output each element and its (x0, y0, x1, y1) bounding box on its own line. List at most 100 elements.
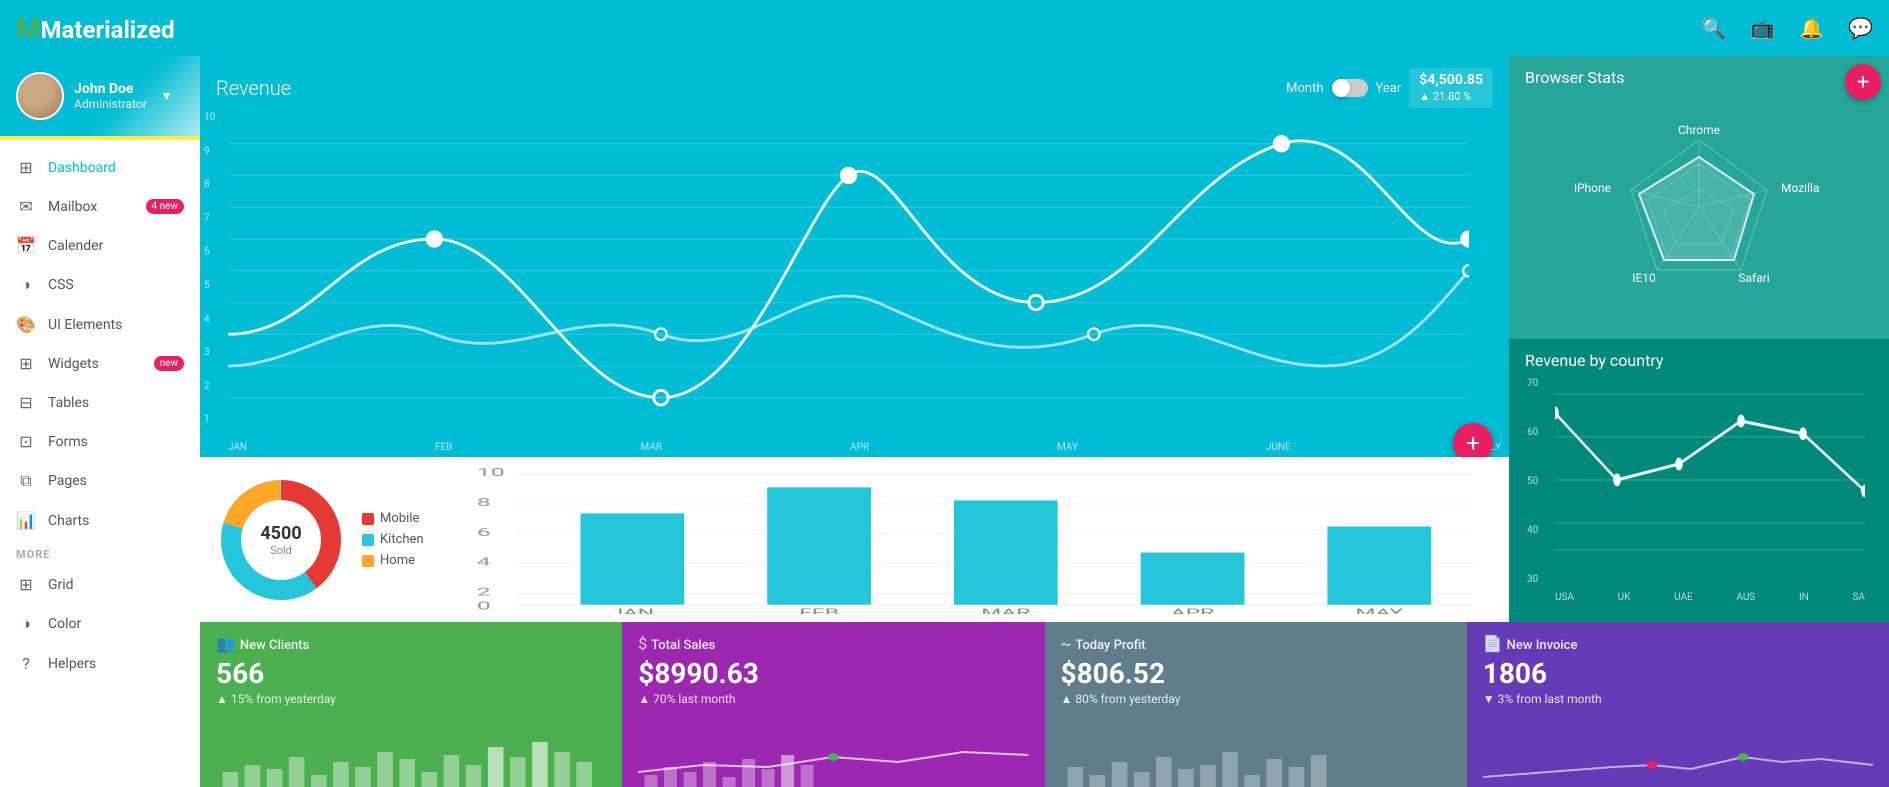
sales-icon: $ Total Sales (638, 634, 1028, 653)
toggle-year-label: Year (1376, 81, 1402, 96)
svg-text:APR: APR (1170, 607, 1213, 614)
stat-card-new-invoice: 📄 New Invoice 1806 ▼ 3% from last month (1467, 622, 1889, 787)
sidebar-item-tables[interactable]: ⊟ Tables (0, 383, 200, 422)
profit-icon: ~ Today Profit (1061, 634, 1451, 653)
sidebar-profile: John Doe Administrator ▼ (0, 56, 200, 136)
radar-chart-svg: Chrome Mozilla Safari IE10 iPhone (1549, 112, 1849, 302)
widgets-icon: ⊞ (16, 354, 36, 373)
grid-icon: ⊞ (16, 575, 36, 594)
y-axis: 1 2 3 4 5 6 7 8 9 10 (204, 108, 215, 429)
main-layout: John Doe Administrator ▼ ⊞ Dashboard ✉ M… (0, 56, 1889, 787)
svg-text:JAN: JAN (610, 607, 653, 614)
invoice-icon: 📄 New Invoice (1483, 634, 1873, 653)
profile-name: John Doe (74, 81, 147, 97)
sidebar-item-mailbox[interactable]: ✉ Mailbox 4 new (0, 187, 200, 226)
table-icon: ⊟ (16, 393, 36, 412)
bar-chart: 10 8 6 4 2 0 (456, 465, 1493, 614)
sidebar-item-label: Dashboard (48, 160, 116, 176)
donut-chart: 4500 Sold (216, 475, 346, 605)
svg-text:10: 10 (476, 466, 504, 479)
widgets-badge: new (154, 356, 184, 371)
stat-card-total-sales: $ Total Sales $8990.63 ▲ 70% last month (622, 622, 1044, 787)
legend-item-mobile: Mobile (362, 511, 424, 526)
sidebar-item-forms[interactable]: ⊡ Forms (0, 422, 200, 461)
sidebar-item-label: Forms (48, 434, 88, 450)
today-profit-value: $806.52 (1061, 657, 1451, 690)
bar-jan (580, 513, 684, 604)
content-row1: Revenue Month Year $4,500.85 ▲ 21.80 % (200, 56, 1889, 622)
x-axis: JAN FEB MAR APR MAY JUNE JULY (228, 442, 1501, 453)
revenue-section: Revenue Month Year $4,500.85 ▲ 21.80 % (200, 56, 1509, 622)
total-sales-mini-chart (638, 737, 1028, 787)
sidebar: John Doe Administrator ▼ ⊞ Dashboard ✉ M… (0, 56, 200, 787)
total-sales-change: ▲ 70% last month (638, 692, 1028, 706)
revenue-controls: Month Year $4,500.85 ▲ 21.80 % (1286, 68, 1493, 108)
more-section-label: MORE (0, 540, 200, 565)
browser-stats-card: Browser Stats + (1509, 56, 1889, 339)
sidebar-item-label: CSS (48, 277, 74, 293)
revenue-card: Revenue Month Year $4,500.85 ▲ 21.80 % (200, 56, 1509, 457)
logo-m: M (16, 12, 41, 45)
topnav-icons: 🔍 📺 🔔 💬 (1701, 16, 1873, 40)
bar-mar (954, 500, 1058, 604)
country-y-axis: 30 40 50 60 70 (1527, 378, 1538, 585)
charts-icon: 📊 (16, 511, 36, 530)
new-invoice-value: 1806 (1483, 657, 1873, 690)
palette-icon: 🎨 (16, 315, 36, 334)
bottom-charts-row: 4500 Sold Mobile Kitchen (200, 457, 1509, 622)
svg-text:Chrome: Chrome (1678, 123, 1720, 137)
sidebar-item-calender[interactable]: 📅 Calender (0, 226, 200, 265)
search-icon[interactable]: 🔍 (1701, 16, 1726, 40)
profile-role: Administrator (74, 97, 147, 111)
bar-feb (767, 487, 871, 604)
sidebar-item-widgets[interactable]: ⊞ Widgets new (0, 344, 200, 383)
bell-icon[interactable]: 🔔 (1799, 16, 1824, 40)
pages-icon: ⧉ (16, 471, 36, 491)
new-clients-value: 566 (216, 657, 606, 690)
top-navigation: MMaterialized 🔍 📺 🔔 💬 (0, 0, 1889, 56)
new-invoice-mini-chart (1483, 737, 1873, 787)
svg-text:iPhone: iPhone (1574, 181, 1611, 195)
sidebar-item-ui-elements[interactable]: 🎨 UI Elements (0, 305, 200, 344)
sidebar-item-css[interactable]: ◑ CSS (0, 265, 200, 305)
clients-icon: 👥 New Clients (216, 634, 606, 653)
sidebar-item-label: UI Elements (48, 317, 122, 333)
svg-text:IE10: IE10 (1632, 271, 1656, 285)
sidebar-item-color[interactable]: ◑ Color (0, 604, 200, 644)
sidebar-item-dashboard[interactable]: ⊞ Dashboard (0, 148, 200, 187)
sidebar-item-label: Color (48, 616, 81, 632)
chat-icon[interactable]: 💬 (1848, 16, 1873, 40)
help-icon: ? (16, 654, 36, 673)
revenue-chart-add-button[interactable]: + (1453, 423, 1493, 457)
donut-label: 4500 Sold (260, 523, 301, 557)
sidebar-item-grid[interactable]: ⊞ Grid (0, 565, 200, 604)
sidebar-nav: ⊞ Dashboard ✉ Mailbox 4 new 📅 Calender ◑… (0, 140, 200, 691)
sidebar-item-label: Widgets (48, 356, 99, 372)
svg-text:MAR: MAR (981, 607, 1030, 614)
legend-dot-mobile (362, 513, 374, 525)
revenue-country-card: Revenue by country 30 40 50 60 70 (1509, 339, 1889, 622)
right-panel: Browser Stats + (1509, 56, 1889, 622)
chevron-down-icon[interactable]: ▼ (161, 89, 173, 103)
revenue-chart-container: 1 2 3 4 5 6 7 8 9 10 (200, 108, 1509, 457)
sidebar-item-charts[interactable]: 📊 Charts (0, 501, 200, 540)
svg-text:MAY: MAY (1355, 607, 1403, 614)
month-year-toggle[interactable] (1332, 79, 1368, 97)
legend-dot-kitchen (362, 534, 374, 546)
sidebar-item-pages[interactable]: ⧉ Pages (0, 461, 200, 501)
browser-stats-add-button[interactable]: + (1845, 64, 1881, 100)
toggle-knob (1332, 79, 1350, 97)
svg-text:FEB: FEB (799, 607, 839, 614)
color-icon: ◑ (16, 614, 36, 634)
bar-apr (1140, 553, 1244, 605)
bar-chart-svg: 10 8 6 4 2 0 (456, 465, 1493, 614)
sidebar-item-label: Charts (48, 513, 89, 529)
svg-text:Safari: Safari (1738, 271, 1769, 285)
bar-may (1327, 526, 1431, 604)
app-logo: MMaterialized (16, 12, 1701, 45)
monitor-icon[interactable]: 📺 (1750, 16, 1775, 40)
avatar (16, 72, 64, 120)
legend-dot-home (362, 555, 374, 567)
sidebar-item-helpers[interactable]: ? Helpers (0, 644, 200, 683)
sidebar-item-label: Mailbox (48, 199, 97, 215)
